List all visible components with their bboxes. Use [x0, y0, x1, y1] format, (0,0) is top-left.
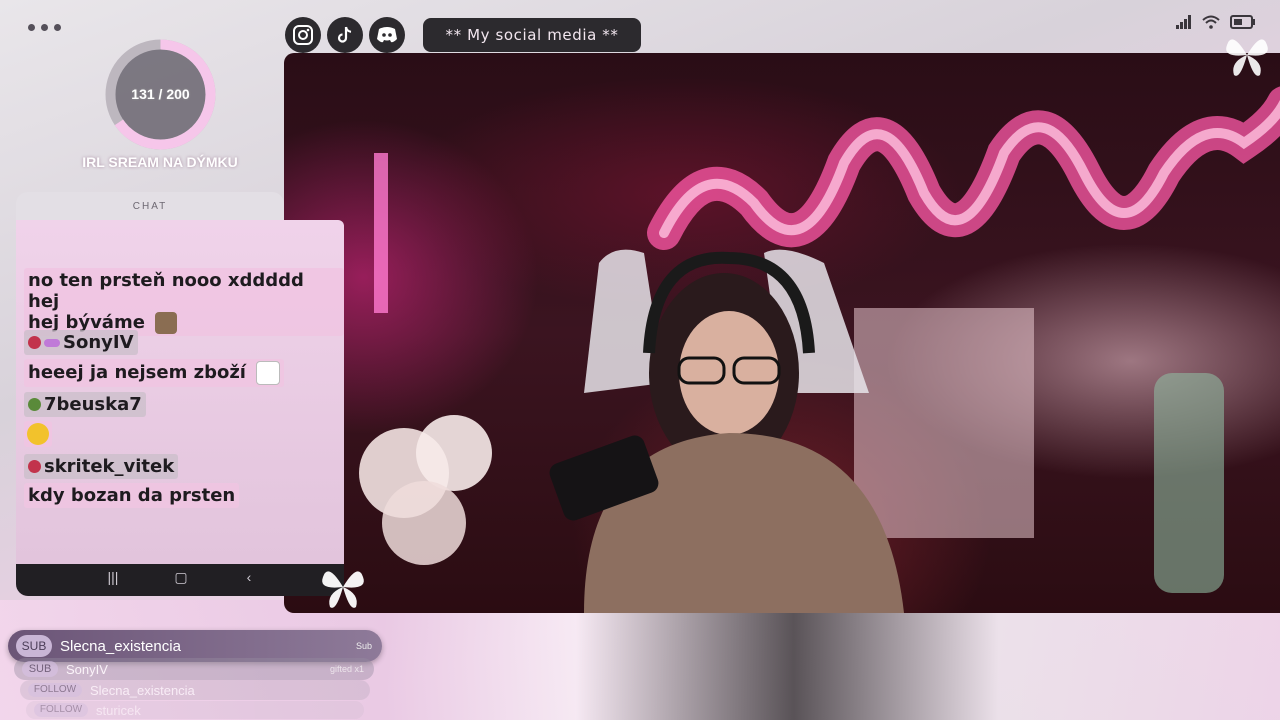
chat-username-text: 7beuska7 — [44, 394, 142, 415]
wifi-icon — [1202, 15, 1220, 29]
alert-tag: SUB — [22, 661, 58, 677]
alert-tag: SUB — [16, 635, 52, 657]
chat-username-text: skritek_vitek — [44, 456, 175, 477]
dot-icon — [28, 24, 35, 31]
alert-tag: FOLLOW — [34, 703, 88, 717]
social-media-pill: ** My social media ** — [423, 18, 641, 52]
instagram-icon — [293, 25, 313, 45]
dot-icon — [41, 24, 48, 31]
signal-icon — [1176, 15, 1191, 29]
chat-message: heeej ja nejsem zboží — [24, 359, 285, 387]
chat-username[interactable]: 7beuska7 — [24, 392, 146, 417]
chat-message-text: kdy bozan da prsten — [28, 485, 236, 506]
stream-scene — [359, 86, 1280, 613]
discord-icon — [377, 27, 397, 43]
emote-icon — [256, 361, 281, 385]
back-button[interactable]: ‹ — [237, 569, 261, 585]
chat-message: no ten prsteň nooo xddddd hej hej býváme — [24, 268, 344, 336]
recents-button[interactable]: ||| — [101, 569, 125, 585]
discord-button[interactable] — [369, 17, 405, 53]
home-button[interactable]: ▢ — [169, 569, 193, 586]
chat-username-text: SonyIV — [63, 332, 134, 353]
chat-message: kdy bozan da prsten — [24, 483, 240, 508]
alert-name: SonyIV — [66, 661, 108, 677]
chat-username[interactable]: skritek_vitek — [24, 454, 179, 479]
chat-message-text: no ten prsteň nooo xddddd hej — [28, 270, 304, 312]
alert-item: SUB SonyIV gifted x1 — [14, 658, 374, 680]
instagram-button[interactable] — [285, 17, 321, 53]
alert-name: Slecna_existencia — [90, 682, 195, 698]
laughing-emoji-icon — [27, 423, 49, 445]
alert-name: Slecna_existencia — [60, 637, 181, 655]
status-bar — [1176, 15, 1256, 29]
goal-label: IRL SREAM NA DÝMKU — [82, 154, 238, 170]
dot-icon — [54, 24, 61, 31]
chat-username[interactable]: SonyIV — [24, 330, 138, 355]
badge-icon — [28, 398, 41, 411]
butterfly-icon — [1226, 39, 1268, 76]
chat-header: CHAT — [16, 192, 284, 220]
badge-icon — [28, 336, 41, 349]
goal-progress-text: 131 / 200 — [131, 86, 190, 102]
alert-item: FOLLOW Slecna_existencia — [20, 680, 370, 700]
social-bar: ** My social media ** — [285, 17, 641, 53]
tiktok-button[interactable] — [327, 17, 363, 53]
battery-icon — [1230, 15, 1255, 29]
badge-icon — [28, 460, 41, 473]
alert-extra: Sub — [355, 641, 372, 651]
alert-tag: FOLLOW — [28, 683, 82, 697]
chat-panel: no ten prsteň nooo xddddd hej hej býváme… — [16, 220, 344, 565]
emote-icon — [155, 312, 178, 334]
alert-extra: gifted x1 — [329, 664, 364, 674]
alert-name: sturicek — [96, 702, 141, 718]
stream-video — [284, 53, 1280, 613]
chat-message — [24, 421, 52, 447]
alert-item: FOLLOW sturicek — [26, 701, 364, 719]
chat-message-text: heeej ja nejsem zboží — [28, 362, 246, 383]
tiktok-icon — [337, 26, 352, 43]
window-dots — [28, 24, 61, 31]
phone-nav-bar: ||| ▢ ‹ — [16, 564, 344, 596]
badge-icon — [44, 338, 60, 347]
butterfly-icon — [322, 571, 364, 608]
